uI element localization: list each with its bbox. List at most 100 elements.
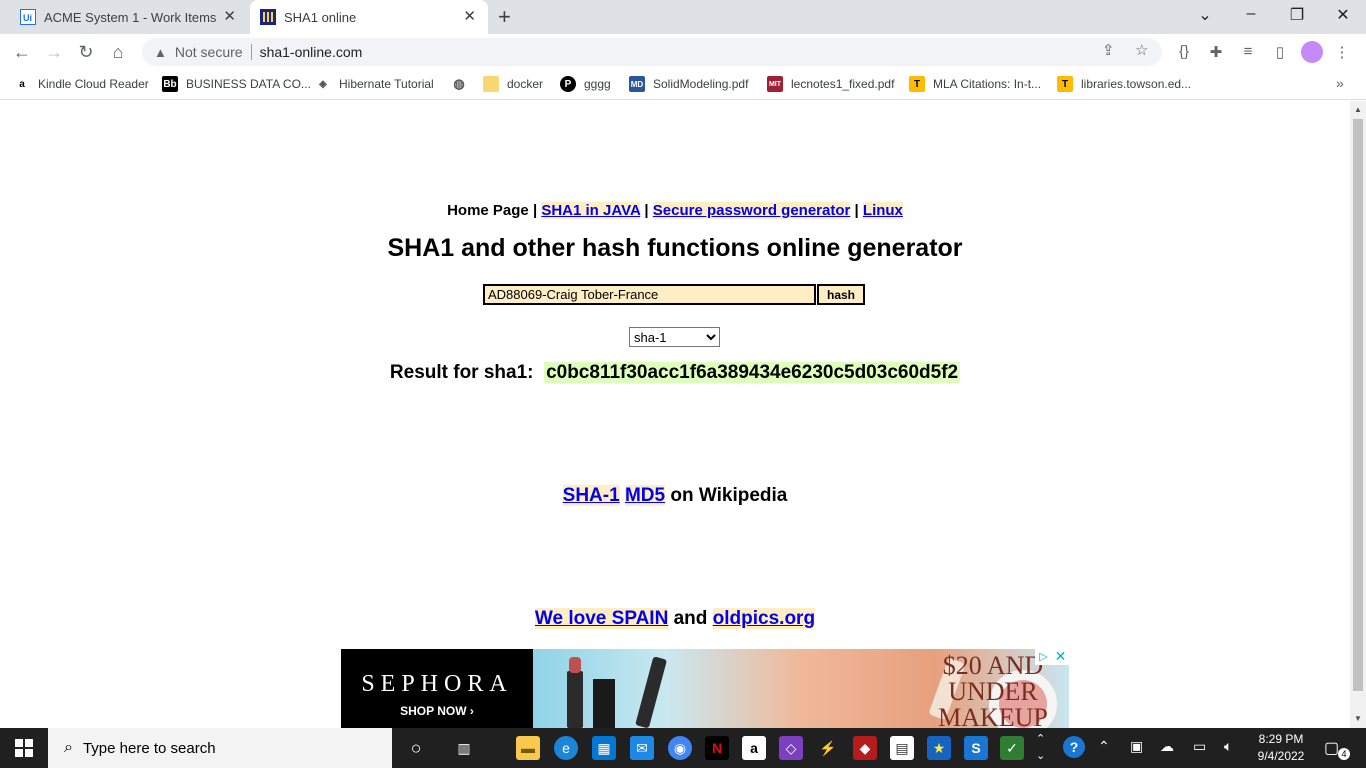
- more-bookmarks-icon[interactable]: »: [1336, 75, 1344, 91]
- taskbar-search[interactable]: ⌕ Type here to search: [48, 728, 392, 768]
- bookmark-business-data[interactable]: Bb BUSINESS DATA CO...: [162, 76, 311, 92]
- partner-links: We love SPAIN and oldpics.org: [0, 608, 1350, 630]
- link-linux[interactable]: Linux: [862, 202, 903, 219]
- system-clock[interactable]: 8:29 PM 9/4/2022: [1248, 731, 1314, 765]
- close-window-button[interactable]: ✕: [1320, 5, 1366, 25]
- media-control-icon[interactable]: ≡: [1238, 43, 1258, 60]
- home-icon[interactable]: ⌂: [106, 40, 130, 64]
- ad-choices-icon[interactable]: ▷: [1035, 649, 1052, 665]
- bookmark-towson-libraries[interactable]: T libraries.towson.ed...: [1057, 76, 1191, 92]
- s-app-icon[interactable]: S: [964, 736, 988, 760]
- sephora-ad-banner[interactable]: SEPHORA SHOP NOW › $20 AND UNDER MAKEUP: [341, 649, 1069, 728]
- file-explorer-icon[interactable]: ▬: [516, 736, 540, 760]
- warning-icon: ▲: [154, 44, 167, 60]
- store-icon[interactable]: ▦: [592, 736, 616, 760]
- side-panel-icon[interactable]: ▯: [1270, 43, 1290, 61]
- nav-separator: |: [532, 202, 538, 219]
- taskbar-scroll-icon[interactable]: ⌃ ⌄: [1036, 731, 1045, 765]
- tab-search-icon[interactable]: ⌄: [1182, 5, 1228, 25]
- tab-strip: Ui ACME System 1 - Work Items ✕ SHA1 onl…: [0, 0, 1366, 34]
- chrome-icon[interactable]: ◉: [668, 736, 692, 760]
- home-page-text: Home Page: [447, 202, 529, 219]
- game-app-icon[interactable]: ◆: [853, 736, 877, 760]
- clock-time: 8:29 PM: [1258, 732, 1304, 746]
- excel-icon[interactable]: ✓: [1000, 736, 1024, 760]
- profile-avatar[interactable]: [1301, 41, 1323, 63]
- wiki-suffix: on Wikipedia: [670, 485, 788, 506]
- tab-sha1-online[interactable]: SHA1 online ✕: [250, 0, 488, 34]
- meet-now-icon[interactable]: ▣: [1130, 738, 1143, 755]
- bookmarks-bar: a Kindle Cloud Reader Bb BUSINESS DATA C…: [0, 70, 1366, 100]
- cortana-icon[interactable]: ○: [404, 736, 428, 760]
- menu-icon[interactable]: ⋮: [1332, 43, 1352, 61]
- search-icon: ⌕: [64, 739, 73, 756]
- hash-text-input[interactable]: [483, 284, 816, 305]
- algorithm-select[interactable]: sha-1: [629, 327, 720, 347]
- bookmark-lecnotes[interactable]: MIT lecnotes1_fixed.pdf: [767, 76, 894, 92]
- extension-code-icon[interactable]: {}: [1174, 43, 1194, 60]
- show-hidden-icons[interactable]: ⌃: [1098, 738, 1110, 755]
- wikipedia-links: SHA-1 MD5 on Wikipedia: [0, 485, 1350, 507]
- volume-icon[interactable]: 🔈︎: [1224, 738, 1232, 755]
- uipath-icon: Ui: [20, 9, 36, 25]
- nav-separator: |: [644, 202, 649, 219]
- task-view-icon[interactable]: ▥: [452, 736, 476, 760]
- ad-close-icon[interactable]: ✕: [1052, 649, 1069, 665]
- address-bar[interactable]: ▲ Not secure sha1-online.com: [142, 38, 1162, 66]
- bot-app-icon[interactable]: ★: [927, 736, 951, 760]
- scrollbar-thumb[interactable]: [1353, 119, 1363, 691]
- extensions-puzzle-icon[interactable]: ✚: [1206, 43, 1226, 61]
- windows-start-button[interactable]: [0, 728, 48, 768]
- bookmark-star-icon[interactable]: ☆: [1135, 41, 1148, 59]
- link-oldpics[interactable]: oldpics.org: [712, 608, 816, 629]
- and-text: and: [673, 608, 708, 629]
- minimize-button[interactable]: –: [1228, 5, 1274, 23]
- ad-shop-now[interactable]: SHOP NOW ›: [341, 704, 533, 718]
- hibernate-icon: ◈: [319, 78, 327, 90]
- result-label: Result for sha1:: [389, 362, 534, 383]
- bookmark-globe[interactable]: ◍: [451, 76, 475, 92]
- battery-icon[interactable]: ▭: [1193, 738, 1206, 755]
- link-wiki-md5[interactable]: MD5: [624, 485, 666, 506]
- forward-icon[interactable]: →: [42, 40, 66, 64]
- bookmark-label: SolidModeling.pdf: [653, 77, 749, 91]
- notepad-icon[interactable]: ▤: [890, 736, 914, 760]
- visual-studio-icon[interactable]: ◇: [779, 736, 803, 760]
- help-icon[interactable]: ?: [1063, 736, 1085, 758]
- bookmark-kindle[interactable]: a Kindle Cloud Reader: [14, 76, 149, 92]
- bookmark-solidmodeling[interactable]: MD SolidModeling.pdf: [629, 76, 748, 92]
- hash-button[interactable]: hash: [817, 284, 865, 305]
- link-sha1-java[interactable]: SHA1 in JAVA: [541, 202, 641, 219]
- page-scrollbar[interactable]: ▲ ▼: [1350, 101, 1366, 728]
- notifications-icon[interactable]: ▢: [1324, 738, 1339, 758]
- mail-icon[interactable]: ✉: [630, 736, 654, 760]
- divider: [250, 44, 252, 60]
- link-we-love-spain[interactable]: We love SPAIN: [534, 608, 669, 629]
- close-tab-icon[interactable]: ✕: [223, 9, 236, 25]
- share-icon[interactable]: ⇪: [1102, 41, 1115, 59]
- link-password-generator[interactable]: Secure password generator: [652, 202, 851, 219]
- close-tab-icon[interactable]: ✕: [463, 9, 476, 25]
- netflix-icon[interactable]: N: [705, 736, 729, 760]
- scroll-up-arrow-icon[interactable]: ▲: [1354, 105, 1362, 114]
- amazon-icon[interactable]: a: [742, 736, 766, 760]
- reload-icon[interactable]: ↻: [74, 40, 98, 64]
- page-content: Home Page | SHA1 in JAVA | Secure passwo…: [0, 101, 1350, 728]
- link-wiki-sha1[interactable]: SHA-1: [562, 485, 620, 506]
- bookmark-hibernate[interactable]: ◈ Hibernate Tutorial: [315, 76, 434, 92]
- result-hash: c0bc811f30acc1f6a389434e6230c5d03c60d5f2: [544, 362, 961, 383]
- clock-date: 9/4/2022: [1257, 749, 1305, 763]
- edge-icon[interactable]: e: [554, 736, 578, 760]
- bookmark-docker[interactable]: docker: [483, 76, 543, 92]
- bookmark-mla[interactable]: T MLA Citations: In-t...: [909, 76, 1041, 92]
- bookmark-gggg[interactable]: P gggg: [560, 76, 611, 92]
- new-tab-button[interactable]: +: [498, 6, 511, 28]
- restore-button[interactable]: ❐: [1274, 5, 1320, 25]
- uipath-studio-icon[interactable]: ⚡: [816, 736, 840, 760]
- security-status: Not secure: [174, 44, 243, 60]
- onedrive-icon[interactable]: ☁: [1160, 738, 1174, 755]
- scroll-down-arrow-icon[interactable]: ▼: [1354, 714, 1362, 723]
- tab-acme-system[interactable]: Ui ACME System 1 - Work Items ✕: [8, 0, 248, 34]
- url-text[interactable]: sha1-online.com: [260, 44, 363, 60]
- back-icon[interactable]: ←: [10, 40, 34, 64]
